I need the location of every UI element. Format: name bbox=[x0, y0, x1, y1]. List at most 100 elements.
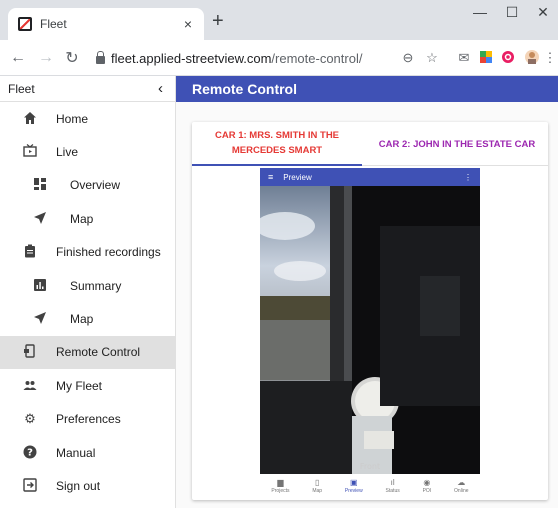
fleet-favicon-icon bbox=[18, 17, 32, 31]
profile-avatar-icon[interactable] bbox=[524, 50, 540, 66]
sidebar-header: Fleet ‹ bbox=[0, 76, 175, 102]
cloud-icon: ☁ bbox=[457, 478, 466, 487]
tab-car-1[interactable]: CAR 1: MRS. SMITH IN THE MERCEDES SMART bbox=[192, 122, 362, 166]
help-icon: ? bbox=[22, 445, 38, 461]
gear-icon: ⚙ bbox=[24, 411, 36, 427]
nav-online[interactable]: ☁ Online bbox=[454, 478, 468, 494]
nav-label: Online bbox=[454, 488, 469, 494]
close-window-button[interactable]: ✕ bbox=[528, 4, 558, 21]
home-icon bbox=[22, 111, 38, 127]
nav-map[interactable]: ▯ Map bbox=[312, 478, 322, 494]
navigation-icon bbox=[32, 211, 48, 227]
address-bar[interactable]: fleet.applied-streetview.com/remote-cont… bbox=[92, 45, 392, 71]
sidebar-item-label: Live bbox=[56, 145, 79, 160]
maximize-button[interactable]: ☐ bbox=[497, 4, 527, 21]
status-chart-icon: ıl bbox=[390, 478, 395, 487]
sidebar-item-label: Summary bbox=[70, 278, 122, 293]
sidebar-item-label: Manual bbox=[56, 445, 96, 460]
sidebar: Fleet ‹ Home Live Overview Map Finished … bbox=[0, 76, 176, 508]
sidebar-item-label: Remote Control bbox=[56, 345, 141, 360]
nav-label: POI bbox=[422, 488, 432, 494]
sidebar-item-label: Preferences bbox=[56, 412, 121, 427]
app-bar: Remote Control bbox=[176, 76, 558, 102]
exit-icon bbox=[22, 478, 38, 494]
collapse-chevron-icon[interactable]: ‹ bbox=[158, 80, 163, 97]
page-title: Remote Control bbox=[192, 81, 297, 97]
browser-tab-strip: Fleet × + — ☐ ✕ bbox=[0, 0, 558, 40]
sidebar-item-finished-recordings[interactable]: Finished recordings bbox=[0, 236, 175, 269]
sidebar-item-label: Home bbox=[56, 111, 89, 126]
sidebar-item-my-fleet[interactable]: My Fleet bbox=[0, 369, 175, 402]
phone-screen-preview: ≡ Preview ⋮ Front ▆ Projects ▯ Map ▣ Pre… bbox=[260, 168, 480, 498]
forward-arrow-icon[interactable]: → bbox=[34, 49, 58, 67]
camera-overlay-label: Front bbox=[360, 462, 380, 471]
nav-status[interactable]: ıl Status bbox=[386, 478, 400, 494]
sidebar-item-preferences[interactable]: ⚙ Preferences bbox=[0, 403, 175, 436]
tab-car-1-label-line2: MERCEDES SMART bbox=[231, 145, 323, 156]
nav-preview[interactable]: ▣ Preview bbox=[345, 478, 363, 494]
menu-icon[interactable]: ≡ bbox=[268, 172, 273, 182]
sidebar-item-sign-out[interactable]: Sign out bbox=[0, 469, 175, 502]
nav-projects[interactable]: ▆ Projects bbox=[271, 478, 289, 494]
preview-icon: ▣ bbox=[350, 478, 358, 487]
url-host: fleet.applied-streetview.com bbox=[111, 50, 272, 66]
extension-icon[interactable] bbox=[478, 50, 494, 66]
star-icon[interactable]: ☆ bbox=[424, 50, 440, 66]
poi-icon: ◉ bbox=[423, 478, 431, 487]
sidebar-item-recordings-map[interactable]: Map bbox=[0, 302, 175, 335]
main-content: CAR 1: MRS. SMITH IN THE MERCEDES SMART … bbox=[176, 102, 558, 508]
phone-app-bar: ≡ Preview ⋮ bbox=[260, 168, 480, 186]
nav-label: Map bbox=[312, 488, 323, 494]
sidebar-item-label: Overview bbox=[70, 178, 121, 193]
camera-preview-image: Front bbox=[260, 186, 480, 474]
more-vert-icon[interactable]: ⋮ bbox=[464, 173, 472, 182]
sidebar-item-manual[interactable]: ? Manual bbox=[0, 436, 175, 469]
back-arrow-icon[interactable]: ← bbox=[6, 49, 30, 67]
phone-bottom-nav: ▆ Projects ▯ Map ▣ Preview ıl Status ◉ P… bbox=[260, 474, 480, 498]
url-path: /remote-control/ bbox=[271, 50, 363, 66]
sidebar-item-remote-control[interactable]: Remote Control bbox=[0, 335, 175, 370]
sidebar-item-label: Sign out bbox=[56, 478, 101, 493]
navigation-icon bbox=[32, 311, 48, 327]
svg-text:?: ? bbox=[27, 447, 33, 458]
tab-title: Fleet bbox=[40, 17, 67, 31]
tab-car-2-label: CAR 2: JOHN IN THE ESTATE CAR bbox=[378, 138, 536, 150]
phone-icon bbox=[22, 344, 38, 360]
chart-icon bbox=[32, 278, 48, 294]
sidebar-item-label: My Fleet bbox=[56, 378, 103, 393]
sidebar-title: Fleet bbox=[8, 81, 35, 96]
sidebar-item-live-map[interactable]: Map bbox=[0, 202, 175, 235]
nav-label: Preview bbox=[344, 488, 363, 494]
folder-icon: ▆ bbox=[277, 478, 284, 487]
reload-icon[interactable]: ↻ bbox=[60, 48, 84, 68]
car-tabs: CAR 1: MRS. SMITH IN THE MERCEDES SMART … bbox=[192, 122, 548, 166]
nav-poi[interactable]: ◉ POI bbox=[423, 478, 432, 494]
tv-icon bbox=[22, 144, 38, 160]
people-icon bbox=[22, 378, 38, 394]
sidebar-item-home[interactable]: Home bbox=[0, 102, 175, 135]
tab-car-2[interactable]: CAR 2: JOHN IN THE ESTATE CAR bbox=[366, 122, 548, 166]
clipboard-icon bbox=[22, 244, 38, 260]
minimize-button[interactable]: — bbox=[465, 4, 495, 20]
remote-control-card: CAR 1: MRS. SMITH IN THE MERCEDES SMART … bbox=[192, 122, 548, 500]
dashboard-icon bbox=[32, 177, 48, 193]
sidebar-item-label: Map bbox=[70, 211, 94, 226]
mail-icon[interactable]: ✉ bbox=[456, 50, 472, 66]
sidebar-item-label: Finished recordings bbox=[56, 245, 161, 260]
tab-close-icon[interactable]: × bbox=[180, 16, 196, 32]
lock-icon bbox=[96, 51, 105, 64]
sidebar-item-label: Map bbox=[70, 312, 94, 327]
map-icon: ▯ bbox=[314, 478, 320, 487]
nav-label: Projects bbox=[271, 488, 290, 494]
sidebar-item-overview[interactable]: Overview bbox=[0, 169, 175, 202]
nav-label: Status bbox=[385, 488, 400, 494]
zoom-icon[interactable]: ⊖ bbox=[400, 50, 416, 66]
tab-car-1-label-line1: CAR 1: MRS. SMITH IN THE bbox=[214, 130, 340, 141]
new-tab-button[interactable]: + bbox=[212, 10, 224, 32]
chrome-menu-icon[interactable]: ⋮ bbox=[542, 50, 558, 66]
browser-tab[interactable]: Fleet × bbox=[8, 8, 204, 40]
phone-title: Preview bbox=[283, 172, 312, 182]
sidebar-item-live[interactable]: Live bbox=[0, 135, 175, 168]
sidebar-item-summary[interactable]: Summary bbox=[0, 269, 175, 302]
pocket-icon[interactable] bbox=[500, 50, 516, 66]
